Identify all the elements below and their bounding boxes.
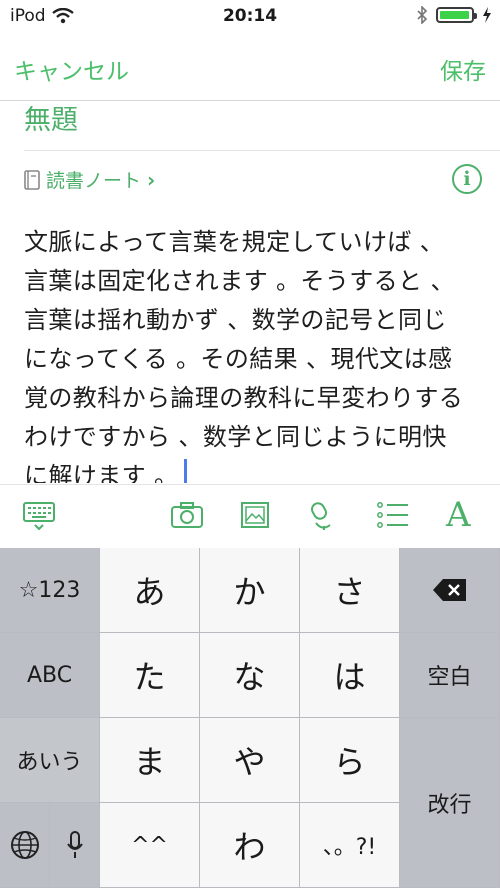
key-na[interactable]: な [200,633,300,718]
body-line: になってくる 。その結果 、現代文は感 [24,345,453,373]
key-kaomoji[interactable]: ^^ [100,803,200,888]
key-symbols[interactable]: ☆123 [0,548,100,633]
keyboard-hide-icon[interactable] [22,501,56,531]
status-bar: iPod 20:14 [0,0,500,34]
key-punctuation[interactable]: 、。?! [300,803,400,888]
body-line: わけですから 、数学と同じように明快 [24,423,447,451]
note-title-field[interactable]: 無題 [24,98,78,137]
camera-icon[interactable] [170,501,204,529]
delete-icon[interactable] [400,548,500,633]
charging-icon [483,7,491,23]
list-icon[interactable] [376,501,410,529]
japanese-keyboard: ☆123 ABC あいう あ か さ た な は ま や ら ^^ わ 、。?!… [0,548,500,888]
key-kana[interactable]: あいう [0,718,100,803]
battery-fill [440,11,469,19]
notebook-label: 読書ノート [46,170,142,192]
notebook-icon [24,169,40,190]
body-line: 言葉は固定化されます 。そうすると 、 [24,267,455,295]
battery-icon [436,7,477,23]
title-divider [24,150,500,151]
editor-toolbar: A [0,484,500,549]
image-icon[interactable] [240,501,270,529]
chevron-right-icon: › [147,167,156,192]
key-ra[interactable]: ら [300,718,400,803]
key-wa[interactable]: わ [200,803,300,888]
body-line: 覚の教科から論理の教科に早変わりする [24,384,464,412]
dictation-mic-icon[interactable] [50,803,100,888]
key-ta[interactable]: た [100,633,200,718]
key-a[interactable]: あ [100,548,200,633]
notebook-selector[interactable]: 読書ノート › [24,166,155,193]
key-return[interactable]: 改行 [400,718,500,888]
key-sa[interactable]: さ [300,548,400,633]
status-right [416,6,492,24]
text-format-icon[interactable]: A [446,495,471,535]
save-button[interactable]: 保存 [440,52,486,86]
key-ha[interactable]: は [300,633,400,718]
globe-icon[interactable] [0,803,50,888]
body-line: に解けます 。 [24,457,479,483]
key-abc[interactable]: ABC [0,633,100,718]
key-space[interactable]: 空白 [400,633,500,718]
bluetooth-icon [417,6,428,24]
body-line: 文脈によって言葉を規定していけば 、 [24,228,445,256]
info-button[interactable]: i [452,164,482,194]
key-ya[interactable]: や [200,718,300,803]
text-cursor [184,459,188,483]
microphone-icon[interactable] [308,501,338,531]
cancel-button[interactable]: キャンセル [14,52,129,86]
key-ma[interactable]: ま [100,718,200,803]
key-ka[interactable]: か [200,548,300,633]
body-line: 言葉は揺れ動かず 、数学の記号と同じ [24,306,447,334]
note-body-editor[interactable]: 文脈によって言葉を規定していけば 、言葉は固定化されます 。そうすると 、言葉は… [24,223,479,483]
nav-bar: キャンセル 保存 [0,34,500,101]
